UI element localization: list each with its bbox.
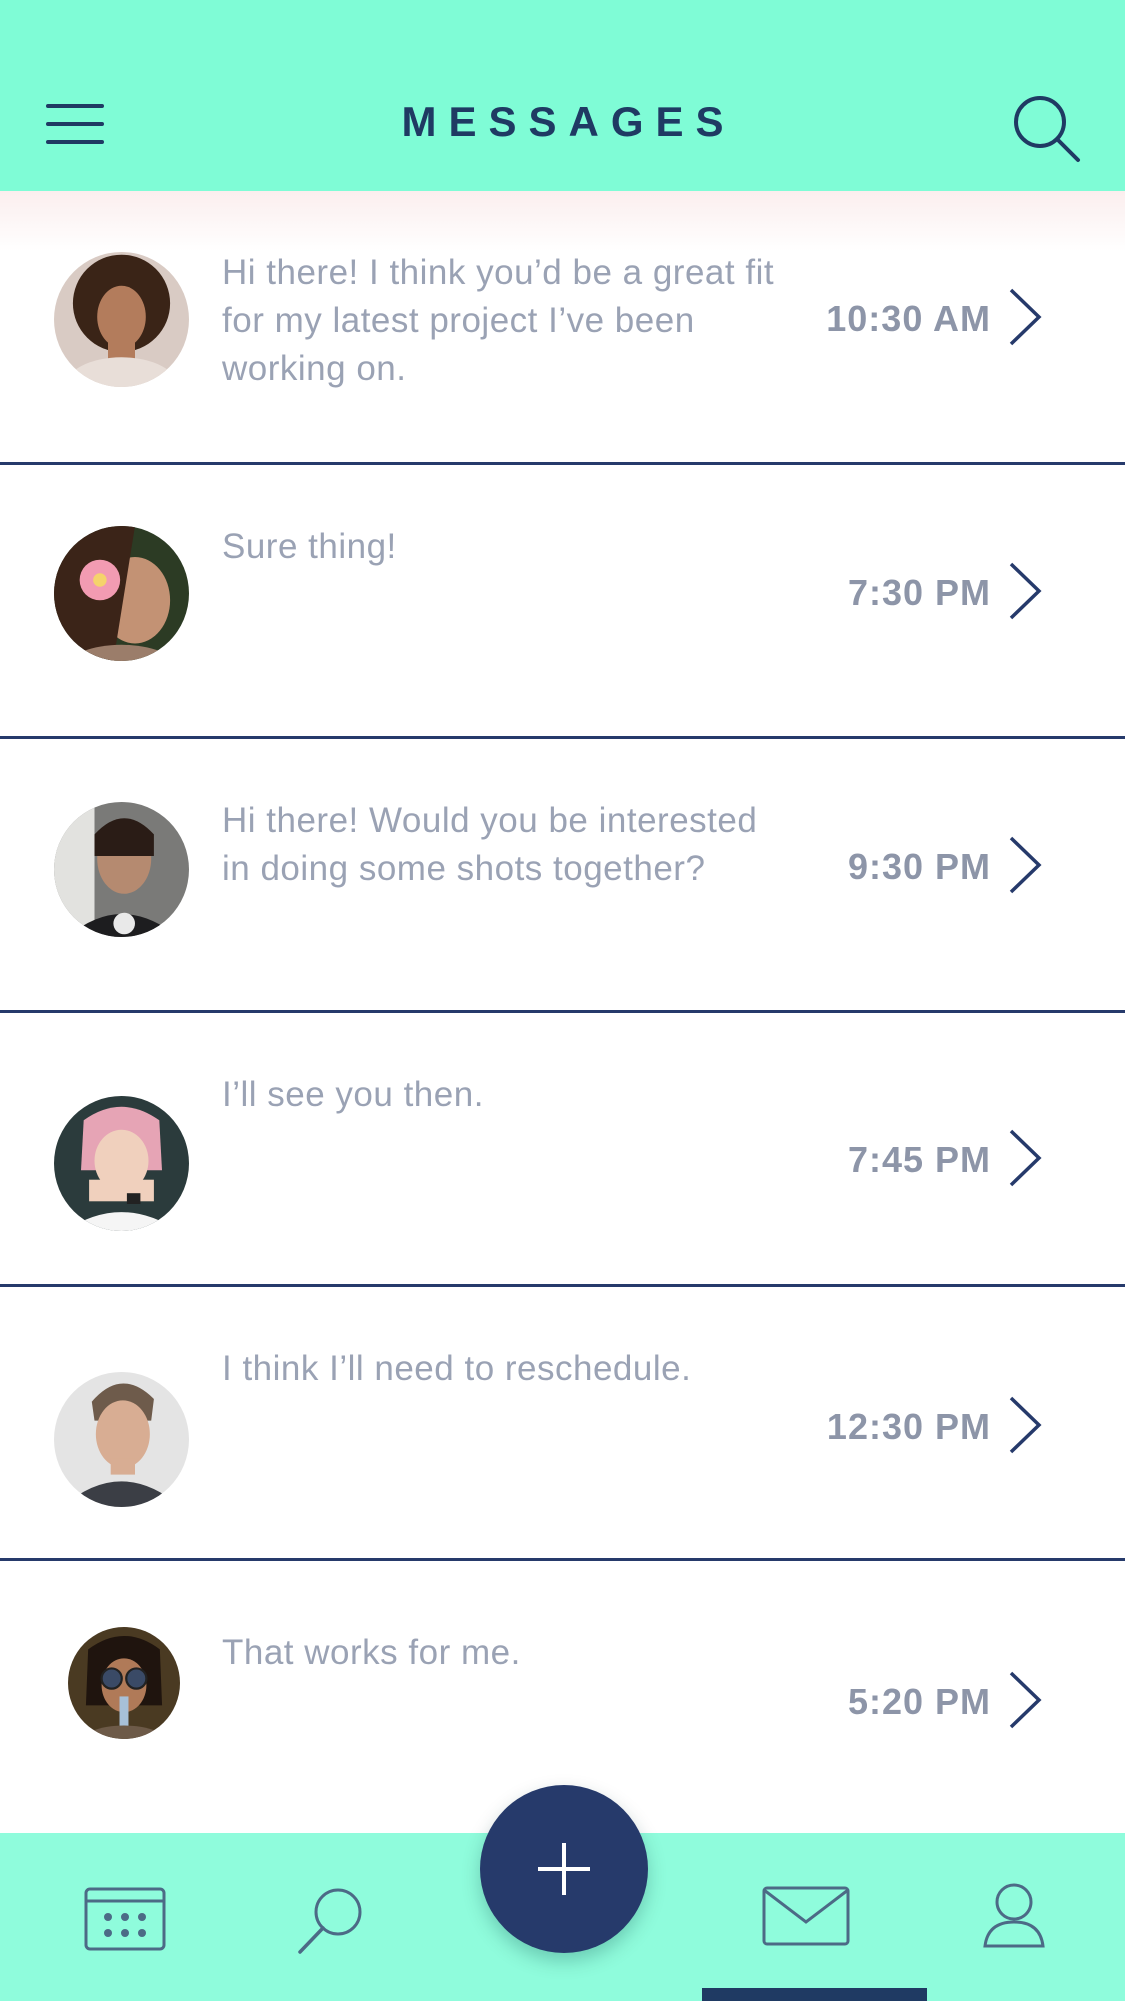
avatar-photo [68, 1627, 180, 1739]
message-preview: Hi there! I think you’d be a great fit f… [222, 253, 775, 388]
message-row[interactable]: Hi there! Would you be interested in doi… [0, 739, 1125, 1013]
chevron-right-icon [1009, 562, 1042, 620]
tab-profile[interactable] [982, 1882, 1046, 1953]
chevron-right-icon [1009, 1129, 1042, 1187]
message-time: 10:30 AM [826, 298, 991, 339]
avatar-photo [54, 802, 189, 937]
new-message-button[interactable] [480, 1785, 648, 1953]
active-tab-indicator [702, 1988, 927, 2001]
profile-icon [983, 1883, 1045, 1948]
page-title: MESSAGES [401, 98, 736, 145]
tab-calendar[interactable] [84, 1887, 166, 1956]
avatar-photo [54, 1372, 189, 1507]
message-time: 7:30 PM [847, 572, 991, 613]
message-time: 9:30 PM [847, 846, 991, 887]
avatar-photo [54, 252, 189, 387]
message-preview: Sure thing! [222, 527, 397, 566]
message-row[interactable]: Hi there! I think you’d be a great fit f… [0, 191, 1125, 465]
message-row[interactable]: I’ll see you then. 7:45 PM [0, 1013, 1125, 1287]
message-time: 12:30 PM [826, 1406, 991, 1447]
avatar [54, 526, 189, 661]
message-time: 7:45 PM [847, 1139, 991, 1180]
message-preview: That works for me. [222, 1633, 521, 1672]
avatar-photo [54, 526, 189, 661]
top-app-bar: MESSAGES [0, 0, 1125, 191]
search-button[interactable] [1012, 94, 1082, 164]
message-preview: Hi there! Would you be interested in doi… [222, 801, 758, 888]
avatar [68, 1627, 180, 1739]
message-time: 5:20 PM [847, 1681, 991, 1722]
avatar [54, 802, 189, 937]
tab-mail[interactable] [762, 1886, 850, 1951]
mail-icon [762, 1886, 850, 1946]
plus-icon [562, 1843, 566, 1895]
chevron-right-icon [1009, 836, 1042, 894]
avatar [54, 252, 189, 387]
message-preview: I think I’ll need to reschedule. [222, 1349, 692, 1388]
tab-search[interactable] [296, 1886, 366, 1961]
chevron-right-icon [1009, 288, 1042, 346]
message-row[interactable]: I think I’ll need to reschedule. 12:30 P… [0, 1287, 1125, 1561]
message-row[interactable]: Sure thing! 7:30 PM [0, 465, 1125, 739]
avatar [54, 1372, 189, 1507]
chevron-right-icon [1009, 1396, 1042, 1454]
chevron-right-icon [1009, 1671, 1042, 1729]
search-icon [1014, 96, 1080, 162]
avatar-photo [54, 1096, 189, 1231]
search-icon [298, 1888, 362, 1954]
message-preview: I’ll see you then. [222, 1075, 484, 1114]
avatar [54, 1096, 189, 1231]
calendar-icon [84, 1887, 166, 1951]
